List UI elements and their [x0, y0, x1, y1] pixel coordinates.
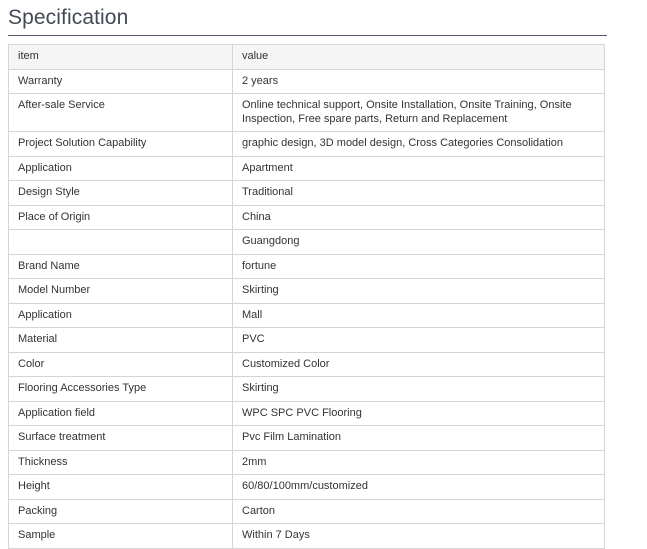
table-row: Design Style Traditional — [8, 180, 605, 206]
table-row: Application Apartment — [8, 155, 605, 181]
row-item-value: Within 7 Days — [232, 523, 605, 549]
row-item-label: After-sale Service — [8, 93, 233, 132]
table-row: Sample Within 7 Days — [8, 523, 605, 549]
row-item-label: Surface treatment — [8, 425, 233, 451]
row-item-value: Apartment — [232, 155, 605, 181]
title-divider — [8, 35, 607, 36]
row-item-label: Model Number — [8, 278, 233, 304]
row-item-value: Mall — [232, 302, 605, 328]
table-row: Project Solution Capability graphic desig… — [8, 131, 605, 157]
table-row: Flooring Accessories Type Skirting — [8, 376, 605, 402]
table-row: Brand Name fortune — [8, 253, 605, 279]
specification-table: item value Warranty 2 years After-sale Ser… — [8, 44, 605, 549]
row-item-value: 60/80/100mm/customized — [232, 474, 605, 500]
page-title: Specification — [8, 6, 129, 29]
row-item-label: Height — [8, 474, 233, 500]
row-item-value: Carton — [232, 498, 605, 524]
row-item-label: Thickness — [8, 449, 233, 475]
row-item-label: Application — [8, 302, 233, 328]
row-item-value: China — [232, 204, 605, 230]
row-item-value: Traditional — [232, 180, 605, 206]
row-item-label: Sample — [8, 523, 233, 549]
table-row: Place of Origin China — [8, 204, 605, 230]
row-item-value: Online technical support, Onsite Install… — [232, 93, 605, 132]
table-header-row: item value — [8, 44, 605, 70]
row-item-label: Place of Origin — [8, 204, 233, 230]
row-item-value: 2mm — [232, 449, 605, 475]
row-item-value: graphic design, 3D model design, Cross C… — [232, 131, 605, 157]
header-value: value — [232, 44, 605, 70]
row-item-label: Material — [8, 327, 233, 353]
row-item-label — [8, 229, 233, 255]
header-item: item — [8, 44, 233, 70]
row-item-label: Warranty — [8, 68, 233, 94]
table-row: Application Mall — [8, 302, 605, 328]
table-row: Model Number Skirting — [8, 278, 605, 304]
row-item-value: 2 years — [232, 68, 605, 94]
table-row: Warranty 2 years — [8, 68, 605, 94]
row-item-label: Application field — [8, 400, 233, 426]
row-item-value: Skirting — [232, 278, 605, 304]
row-item-label: Brand Name — [8, 253, 233, 279]
row-item-value: Customized Color — [232, 351, 605, 377]
row-item-label: Color — [8, 351, 233, 377]
row-item-value: Guangdong — [232, 229, 605, 255]
table-row: After-sale Service Online technical suppo… — [8, 93, 605, 132]
row-item-value: fortune — [232, 253, 605, 279]
row-item-value: Pvc Film Lamination — [232, 425, 605, 451]
row-item-label: Application — [8, 155, 233, 181]
row-item-label: Flooring Accessories Type — [8, 376, 233, 402]
row-item-value: Skirting — [232, 376, 605, 402]
row-item-value: WPC SPC PVC Flooring — [232, 400, 605, 426]
table-row: Application field WPC SPC PVC Flooring — [8, 400, 605, 426]
table-row: Thickness 2mm — [8, 449, 605, 475]
table-row: Color Customized Color — [8, 351, 605, 377]
row-item-label: Design Style — [8, 180, 233, 206]
row-item-label: Project Solution Capability — [8, 131, 233, 157]
table-row: Guangdong — [8, 229, 605, 255]
table-row: Material PVC — [8, 327, 605, 353]
table-row: Height 60/80/100mm/customized — [8, 474, 605, 500]
row-item-label: Packing — [8, 498, 233, 524]
table-row: Packing Carton — [8, 498, 605, 524]
table-row: Surface treatment Pvc Film Lamination — [8, 425, 605, 451]
row-item-value: PVC — [232, 327, 605, 353]
